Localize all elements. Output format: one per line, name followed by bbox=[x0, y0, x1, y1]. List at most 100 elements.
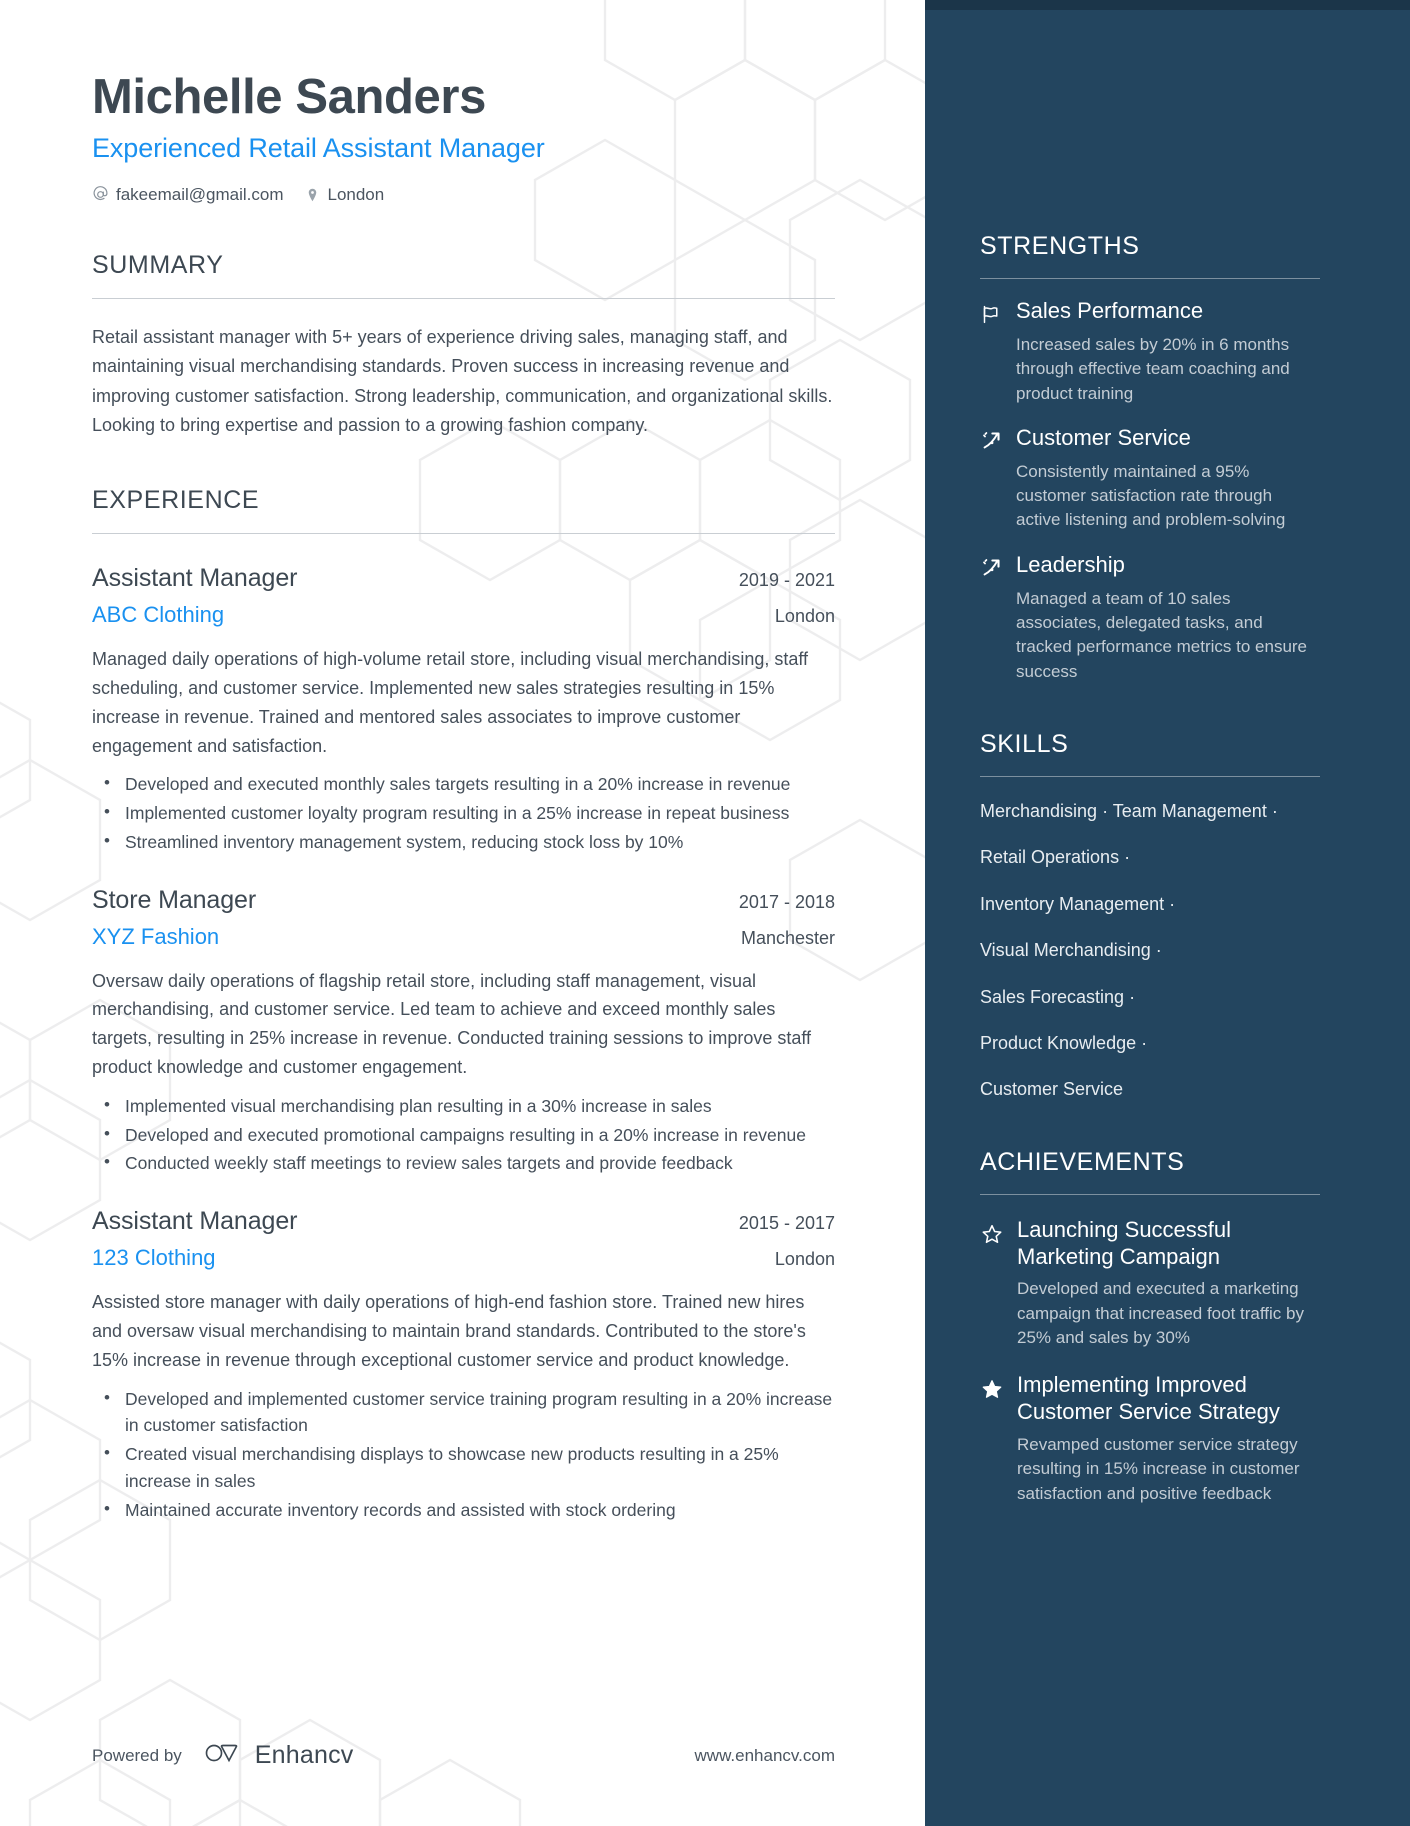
achievement-item: Launching Successful Marketing Campaign … bbox=[980, 1217, 1320, 1351]
job-bullet: Developed and executed monthly sales tar… bbox=[92, 770, 835, 798]
sidebar: STRENGTHS Sales Performance Increased sa… bbox=[925, 0, 1410, 1826]
achievement-name: Implementing Improved Customer Service S… bbox=[1017, 1372, 1280, 1425]
job-description: Assisted store manager with daily operat… bbox=[92, 1292, 806, 1370]
job-location: London bbox=[774, 1249, 835, 1270]
job-bullet-list: Implemented visual merchandising plan re… bbox=[92, 1092, 835, 1177]
skill-line: Inventory Management · bbox=[980, 893, 1176, 914]
skill-line: Sales Forecasting · bbox=[980, 986, 1136, 1007]
contact-row: fakeemail@gmail.com London bbox=[92, 185, 835, 205]
map-pin-icon bbox=[305, 186, 320, 204]
summary-heading: SUMMARY bbox=[92, 250, 224, 279]
job-bullet-list: Developed and executed monthly sales tar… bbox=[92, 770, 835, 856]
experience-entry: Store Manager 2017 - 2018 XYZ Fashion Ma… bbox=[92, 886, 835, 1177]
achievement-description: Developed and executed a marketing campa… bbox=[1017, 1279, 1304, 1347]
skill-line: Visual Merchandising · bbox=[980, 940, 1162, 961]
job-company[interactable]: 123 Clothing bbox=[92, 1245, 216, 1271]
skill-line: Customer Service bbox=[980, 1079, 1124, 1100]
experience-divider bbox=[92, 533, 835, 535]
strength-name: Sales Performance bbox=[1016, 298, 1204, 323]
achievements-heading: ACHIEVEMENTS bbox=[980, 1147, 1185, 1176]
page-title: Michelle Sanders bbox=[92, 70, 486, 124]
job-description: Managed daily operations of high-volume … bbox=[92, 649, 809, 756]
job-header: Assistant Manager 2015 - 2017 bbox=[92, 1207, 835, 1236]
at-icon bbox=[92, 186, 109, 203]
enhancv-logo-icon bbox=[204, 1740, 244, 1771]
strength-header: Leadership bbox=[980, 552, 1320, 581]
job-title: Assistant Manager bbox=[92, 564, 298, 593]
skill-line: Merchandising · Team Management · bbox=[980, 800, 1278, 821]
achievement-header: Implementing Improved Customer Service S… bbox=[980, 1372, 1320, 1426]
strength-description: Increased sales by 20% in 6 months throu… bbox=[1016, 335, 1290, 403]
strength-header: Customer Service bbox=[980, 425, 1320, 454]
job-bullet: Developed and executed promotional campa… bbox=[92, 1121, 835, 1149]
website-url[interactable]: www.enhancv.com bbox=[695, 1746, 835, 1766]
strength-description: Consistently maintained a 95% customer s… bbox=[1016, 461, 1286, 530]
contact-location-text: London bbox=[327, 184, 385, 204]
job-bullet-list: Developed and implemented customer servi… bbox=[92, 1385, 835, 1524]
headline: Experienced Retail Assistant Manager bbox=[92, 132, 545, 163]
job-location: London bbox=[774, 606, 835, 627]
summary-section: SUMMARY Retail assistant manager with 5+… bbox=[92, 251, 835, 440]
skill-line: Retail Operations · bbox=[980, 847, 1131, 868]
contact-email[interactable]: fakeemail@gmail.com bbox=[92, 185, 283, 205]
enhancv-brand[interactable]: Enhancv bbox=[204, 1740, 354, 1771]
powered-by-group: Powered by Enhancv bbox=[92, 1740, 353, 1771]
experience-entry: Assistant Manager 2019 - 2021 ABC Clothi… bbox=[92, 564, 835, 855]
job-subheader: XYZ Fashion Manchester bbox=[92, 924, 835, 950]
achievements-section: ACHIEVEMENTS Launching Successful Market… bbox=[980, 1148, 1320, 1506]
strength-item: Sales Performance Increased sales by 20%… bbox=[980, 298, 1320, 406]
contact-email-text: fakeemail@gmail.com bbox=[116, 184, 284, 204]
star-outline-icon bbox=[980, 1221, 1003, 1247]
experience-entry: Assistant Manager 2015 - 2017 123 Clothi… bbox=[92, 1207, 835, 1523]
rocket-arrow-icon bbox=[980, 428, 1002, 454]
powered-by-label: Powered by bbox=[92, 1745, 182, 1765]
skill-line: Product Knowledge · bbox=[980, 1032, 1148, 1053]
star-filled-icon bbox=[980, 1376, 1003, 1402]
skills-heading: SKILLS bbox=[980, 729, 1069, 758]
job-title: Assistant Manager bbox=[92, 1207, 298, 1236]
strength-item: Customer Service Consistently maintained… bbox=[980, 425, 1320, 533]
job-bullet: Streamlined inventory management system,… bbox=[92, 828, 835, 856]
skills-divider bbox=[980, 775, 1320, 777]
job-bullet: Developed and implemented customer servi… bbox=[92, 1385, 835, 1440]
skills-section: SKILLS Merchandising · Team Management ·… bbox=[980, 730, 1320, 1102]
job-description: Oversaw daily operations of flagship ret… bbox=[92, 970, 812, 1078]
job-header: Assistant Manager 2019 - 2021 bbox=[92, 564, 835, 593]
job-subheader: ABC Clothing London bbox=[92, 602, 835, 628]
strength-item: Leadership Managed a team of 10 sales as… bbox=[980, 552, 1320, 684]
job-company[interactable]: ABC Clothing bbox=[92, 602, 224, 628]
achievement-name: Launching Successful Marketing Campaign bbox=[1017, 1216, 1232, 1269]
achievement-description: Revamped customer service strategy resul… bbox=[1017, 1434, 1300, 1503]
strengths-divider bbox=[980, 278, 1320, 279]
strengths-heading: STRENGTHS bbox=[980, 232, 1140, 260]
enhancv-wordmark: Enhancv bbox=[254, 1741, 354, 1769]
job-bullet: Implemented customer loyalty program res… bbox=[92, 799, 835, 827]
footer: Powered by Enhancv www.enhancv.com bbox=[92, 1740, 835, 1771]
strengths-section: STRENGTHS Sales Performance Increased sa… bbox=[980, 232, 1320, 684]
job-bullet: Created visual merchandising displays to… bbox=[92, 1440, 835, 1495]
contact-location: London bbox=[305, 185, 384, 205]
job-bullet: Implemented visual merchandising plan re… bbox=[92, 1092, 835, 1120]
job-bullet: Maintained accurate inventory records an… bbox=[92, 1496, 835, 1524]
job-title: Store Manager bbox=[92, 885, 257, 914]
job-dates: 2017 - 2018 bbox=[738, 891, 835, 912]
main-column: Michelle Sanders Experienced Retail Assi… bbox=[0, 0, 925, 1826]
job-location: Manchester bbox=[740, 927, 835, 948]
summary-text: Retail assistant manager with 5+ years o… bbox=[92, 326, 833, 435]
job-dates: 2015 - 2017 bbox=[738, 1213, 835, 1234]
achievements-divider bbox=[980, 1193, 1320, 1195]
job-company[interactable]: XYZ Fashion bbox=[92, 924, 219, 950]
achievement-item: Implementing Improved Customer Service S… bbox=[980, 1372, 1320, 1506]
experience-section: EXPERIENCE Assistant Manager 2019 - 2021… bbox=[92, 486, 835, 1523]
rocket-arrow-icon bbox=[980, 555, 1002, 581]
strength-name: Leadership bbox=[1016, 551, 1125, 577]
job-subheader: 123 Clothing London bbox=[92, 1245, 835, 1271]
flag-icon bbox=[980, 301, 1002, 327]
experience-heading: EXPERIENCE bbox=[92, 486, 260, 515]
resume-page: Michelle Sanders Experienced Retail Assi… bbox=[0, 0, 1410, 1826]
job-dates: 2019 - 2021 bbox=[738, 570, 835, 591]
summary-divider bbox=[92, 297, 835, 299]
job-bullet: Conducted weekly staff meetings to revie… bbox=[92, 1149, 835, 1177]
strength-header: Sales Performance bbox=[980, 298, 1320, 327]
achievement-header: Launching Successful Marketing Campaign bbox=[980, 1217, 1320, 1271]
